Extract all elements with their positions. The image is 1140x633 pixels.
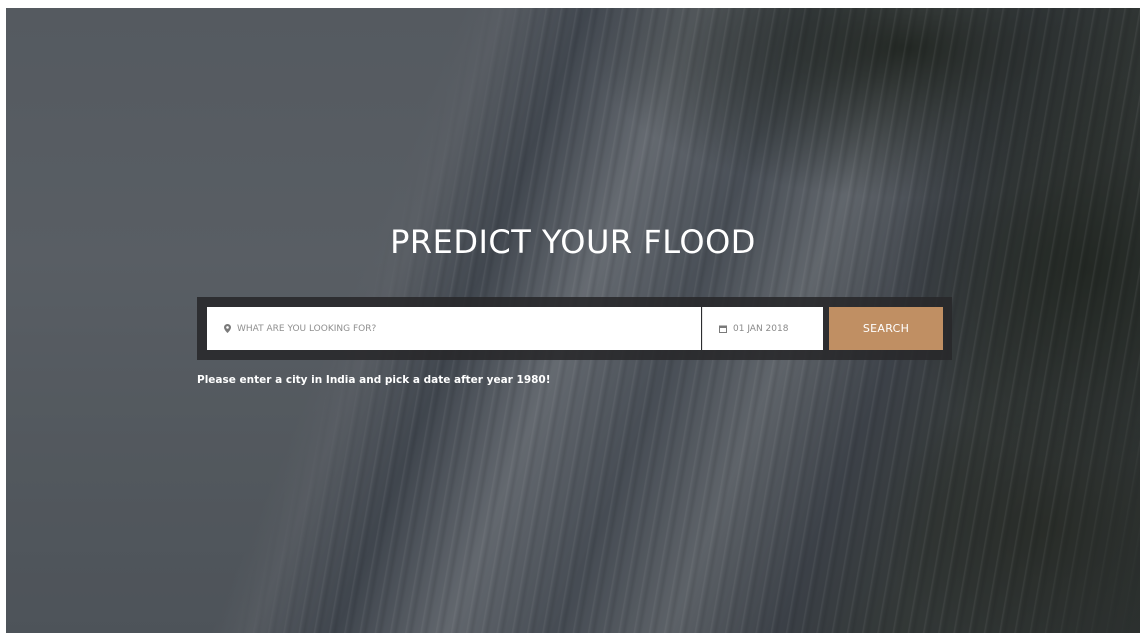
page-title: PREDICT YOUR FLOOD — [390, 223, 756, 261]
location-field[interactable] — [207, 307, 701, 350]
search-button[interactable]: SEARCH — [829, 307, 943, 350]
map-pin-icon — [223, 324, 231, 334]
location-input[interactable] — [231, 323, 701, 334]
search-hint-text: Please enter a city in India and pick a … — [197, 374, 551, 386]
calendar-icon — [719, 324, 727, 334]
date-input[interactable] — [727, 323, 823, 334]
date-field[interactable] — [702, 307, 823, 350]
search-form: SEARCH — [197, 297, 952, 360]
hero-section: PREDICT YOUR FLOOD SEARCH Please enter a… — [6, 8, 1140, 633]
